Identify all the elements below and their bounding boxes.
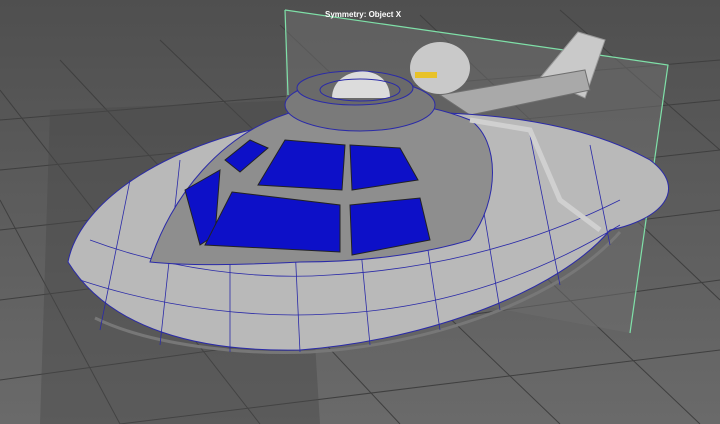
viewport-scene[interactable] bbox=[0, 0, 720, 424]
yellow-light-strip bbox=[415, 72, 437, 78]
3d-viewport[interactable]: Symmetry: Object X bbox=[0, 0, 720, 424]
rear-dome bbox=[410, 42, 470, 94]
symmetry-label: Symmetry: Object X bbox=[325, 10, 402, 19]
